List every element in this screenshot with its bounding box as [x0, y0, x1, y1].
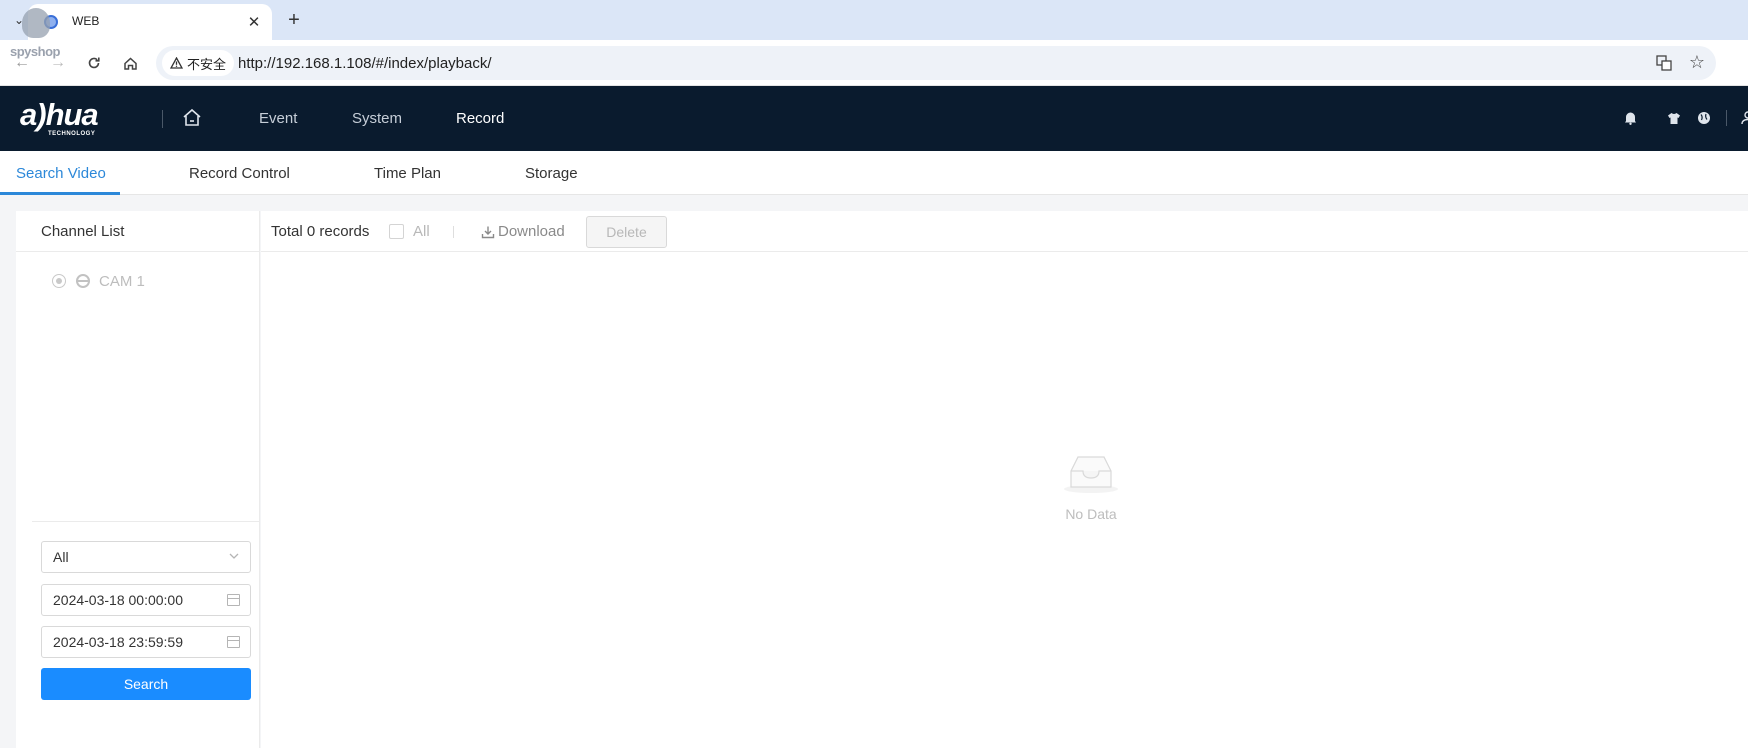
- dome-camera-icon: [76, 274, 90, 288]
- channel-label: CAM 1: [99, 272, 145, 290]
- insecure-label: 不安全: [187, 56, 227, 72]
- channel-list-title: Channel List: [41, 223, 125, 240]
- tab-search-video[interactable]: Search Video: [16, 165, 106, 182]
- bell-icon[interactable]: [1622, 110, 1638, 126]
- total-records-label: Total 0 records: [271, 223, 370, 240]
- header-divider-right: [1726, 110, 1727, 126]
- translate-icon[interactable]: [1654, 53, 1674, 73]
- site-info-button[interactable]: 不安全: [162, 50, 235, 76]
- reload-icon[interactable]: [82, 51, 106, 75]
- logo-text: a)hua: [20, 97, 99, 132]
- nav-system[interactable]: System: [352, 110, 402, 127]
- divider: [16, 251, 260, 252]
- calendar-icon: [227, 594, 240, 606]
- empty-state: No Data: [1041, 451, 1141, 522]
- browser-toolbar: ← → 不安全 http://192.168.1.108/#/index/pla…: [0, 40, 1748, 86]
- globe-icon[interactable]: [1696, 110, 1712, 126]
- search-button[interactable]: Search: [41, 668, 251, 700]
- download-icon: [481, 226, 495, 238]
- url-text[interactable]: http://192.168.1.108/#/index/playback/: [238, 55, 492, 72]
- select-all-checkbox[interactable]: [389, 224, 404, 239]
- no-data-text: No Data: [1065, 506, 1117, 522]
- tab-search-chevron-icon[interactable]: ⌄: [8, 9, 30, 31]
- channel-radio[interactable]: [52, 274, 66, 288]
- divider: [32, 521, 260, 522]
- chevron-down-icon: [229, 553, 239, 559]
- new-tab-button[interactable]: +: [282, 8, 306, 32]
- tab-storage[interactable]: Storage: [525, 165, 578, 182]
- channel-panel: Channel List CAM 1 All 2024-03-18 00:00:…: [16, 211, 260, 748]
- record-subtabs: Search Video Record Control Time Plan St…: [0, 151, 1748, 195]
- record-type-select[interactable]: All: [41, 541, 251, 573]
- header-divider: [162, 110, 163, 128]
- tab-record-control[interactable]: Record Control: [189, 165, 290, 182]
- empty-inbox-icon: [1064, 456, 1118, 493]
- end-time-field[interactable]: 2024-03-18 23:59:59: [41, 626, 251, 658]
- tab-close-icon[interactable]: ✕: [244, 12, 264, 32]
- delete-button[interactable]: Delete: [586, 216, 667, 248]
- records-toolbar: Total 0 records All Download Delete: [261, 211, 1748, 252]
- toolbar-divider: [453, 226, 454, 238]
- start-time-field[interactable]: 2024-03-18 00:00:00: [41, 584, 251, 616]
- web-favicon-icon: [44, 15, 58, 29]
- browser-tab[interactable]: WEB ✕: [28, 4, 272, 40]
- tab-time-plan[interactable]: Time Plan: [374, 165, 441, 182]
- forward-arrow-icon[interactable]: →: [46, 51, 70, 75]
- address-bar[interactable]: 不安全 http://192.168.1.108/#/index/playbac…: [156, 46, 1716, 80]
- bookmark-star-icon[interactable]: ☆: [1686, 51, 1708, 73]
- dahua-logo[interactable]: a)hua TECHNOLOGY: [20, 97, 99, 137]
- app-header: a)hua TECHNOLOGY Event System Record: [0, 86, 1748, 151]
- logo-subtext: TECHNOLOGY: [48, 131, 96, 137]
- panel-divider: [259, 211, 260, 748]
- browser-tabstrip: ⌄ WEB ✕ +: [0, 0, 1748, 40]
- calendar-icon: [227, 636, 240, 648]
- select-value: All: [53, 549, 69, 565]
- home-nav-icon[interactable]: [182, 108, 204, 128]
- start-time-value: 2024-03-18 00:00:00: [53, 592, 183, 608]
- records-panel: Total 0 records All Download Delete No D…: [261, 211, 1748, 748]
- channel-item-cam-1[interactable]: CAM 1: [52, 271, 145, 291]
- select-all-label: All: [413, 223, 430, 240]
- nav-record[interactable]: Record: [456, 110, 504, 127]
- nav-event[interactable]: Event: [259, 110, 297, 127]
- download-label: Download: [498, 223, 565, 240]
- home-icon[interactable]: [118, 51, 142, 75]
- tab-title: WEB: [72, 14, 100, 28]
- end-time-value: 2024-03-18 23:59:59: [53, 634, 183, 650]
- warning-triangle-icon: [170, 57, 183, 69]
- back-arrow-icon[interactable]: ←: [10, 51, 34, 75]
- shirt-icon[interactable]: [1666, 110, 1682, 126]
- download-button[interactable]: Download: [481, 223, 565, 240]
- user-icon[interactable]: [1738, 110, 1748, 126]
